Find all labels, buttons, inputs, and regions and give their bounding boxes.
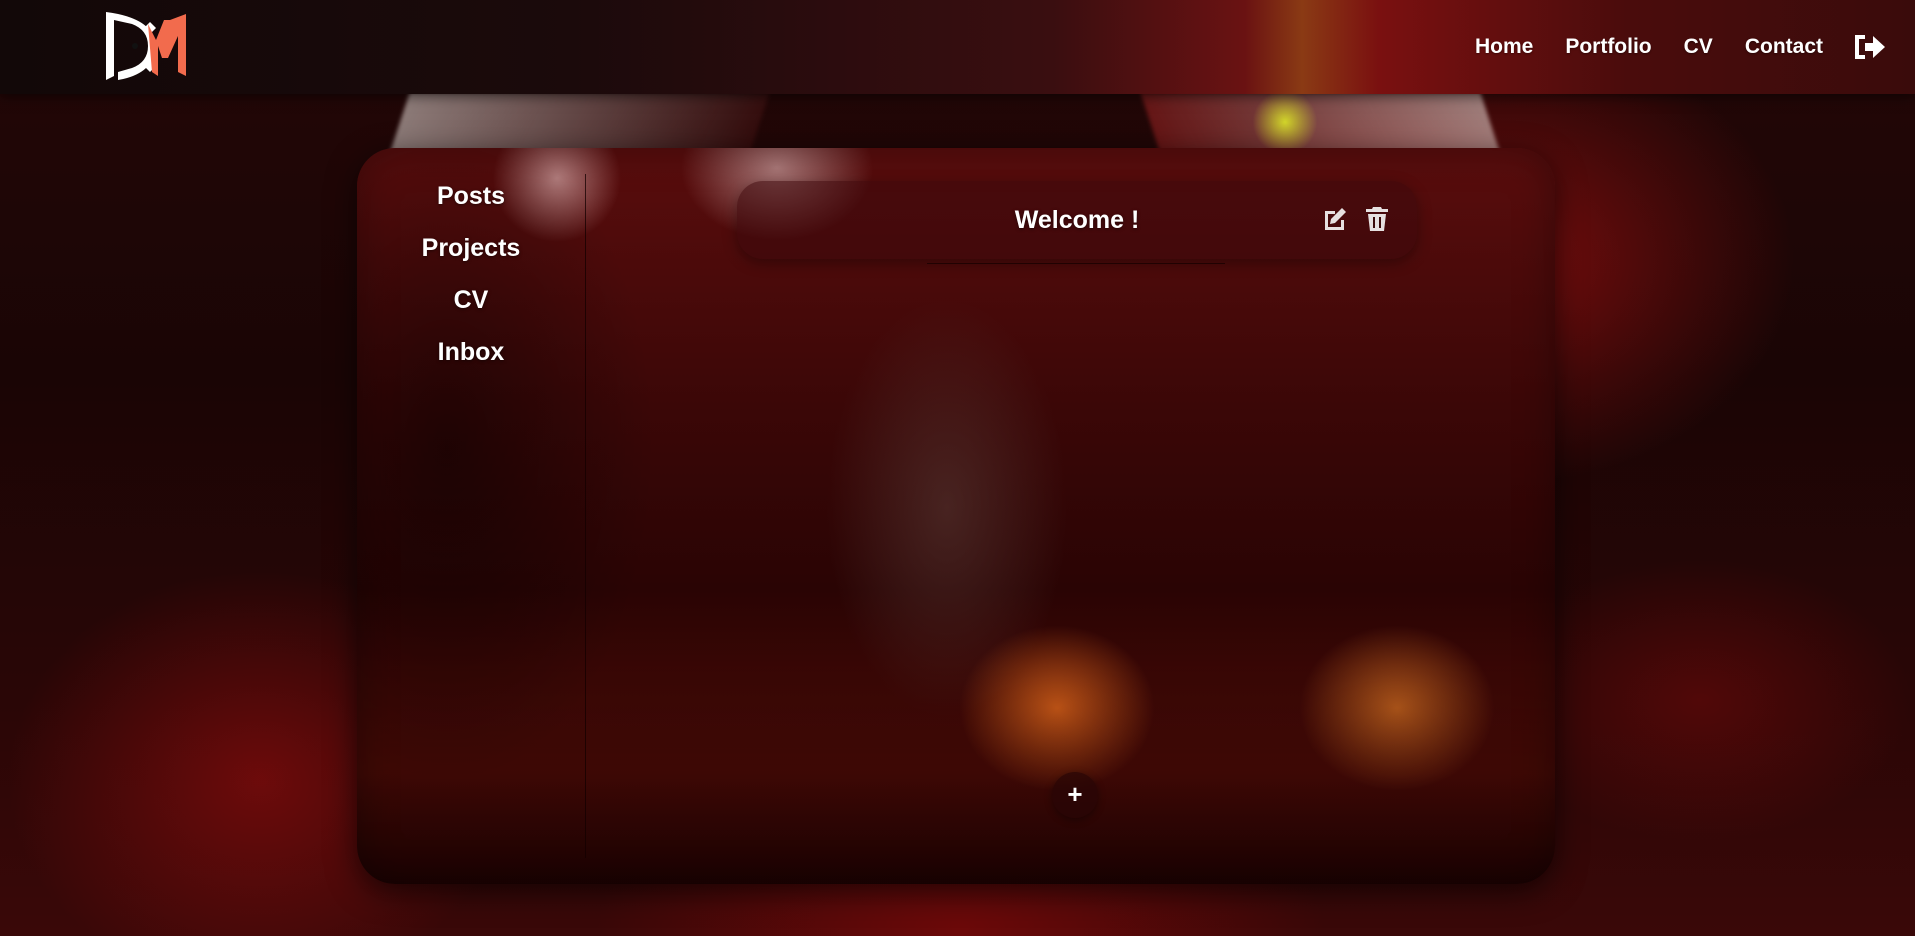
edit-icon[interactable] [1321, 205, 1349, 233]
sidebar: Posts Projects CV Inbox [357, 148, 585, 884]
nav-contact[interactable]: Contact [1745, 35, 1823, 59]
sidebar-list: Posts Projects CV Inbox [357, 170, 585, 378]
nav-portfolio[interactable]: Portfolio [1565, 35, 1651, 59]
background-art [1140, 92, 1500, 152]
dm-logo[interactable] [104, 10, 188, 82]
background-art [390, 92, 770, 152]
post-title: Welcome ! [1014, 206, 1140, 234]
add-post-button[interactable]: + [1052, 772, 1098, 818]
background-art [1250, 92, 1320, 152]
post-actions [1321, 205, 1391, 233]
nav-home[interactable]: Home [1475, 35, 1533, 59]
site-header: Home Portfolio CV Contact [0, 0, 1915, 94]
sidebar-item-inbox[interactable]: Inbox [357, 326, 585, 378]
sidebar-item-cv[interactable]: CV [357, 274, 585, 326]
dashboard-panel: Posts Projects CV Inbox Welcome ! + [357, 148, 1555, 884]
nav-cv[interactable]: CV [1684, 35, 1713, 59]
sidebar-divider [585, 174, 586, 858]
post-card[interactable]: Welcome ! [737, 181, 1417, 259]
sign-out-icon[interactable] [1851, 32, 1887, 62]
sidebar-item-projects[interactable]: Projects [357, 222, 585, 274]
sidebar-item-posts[interactable]: Posts [357, 170, 585, 222]
main-nav: Home Portfolio CV Contact [1443, 0, 1915, 94]
post-separator [927, 263, 1225, 264]
trash-icon[interactable] [1363, 205, 1391, 233]
